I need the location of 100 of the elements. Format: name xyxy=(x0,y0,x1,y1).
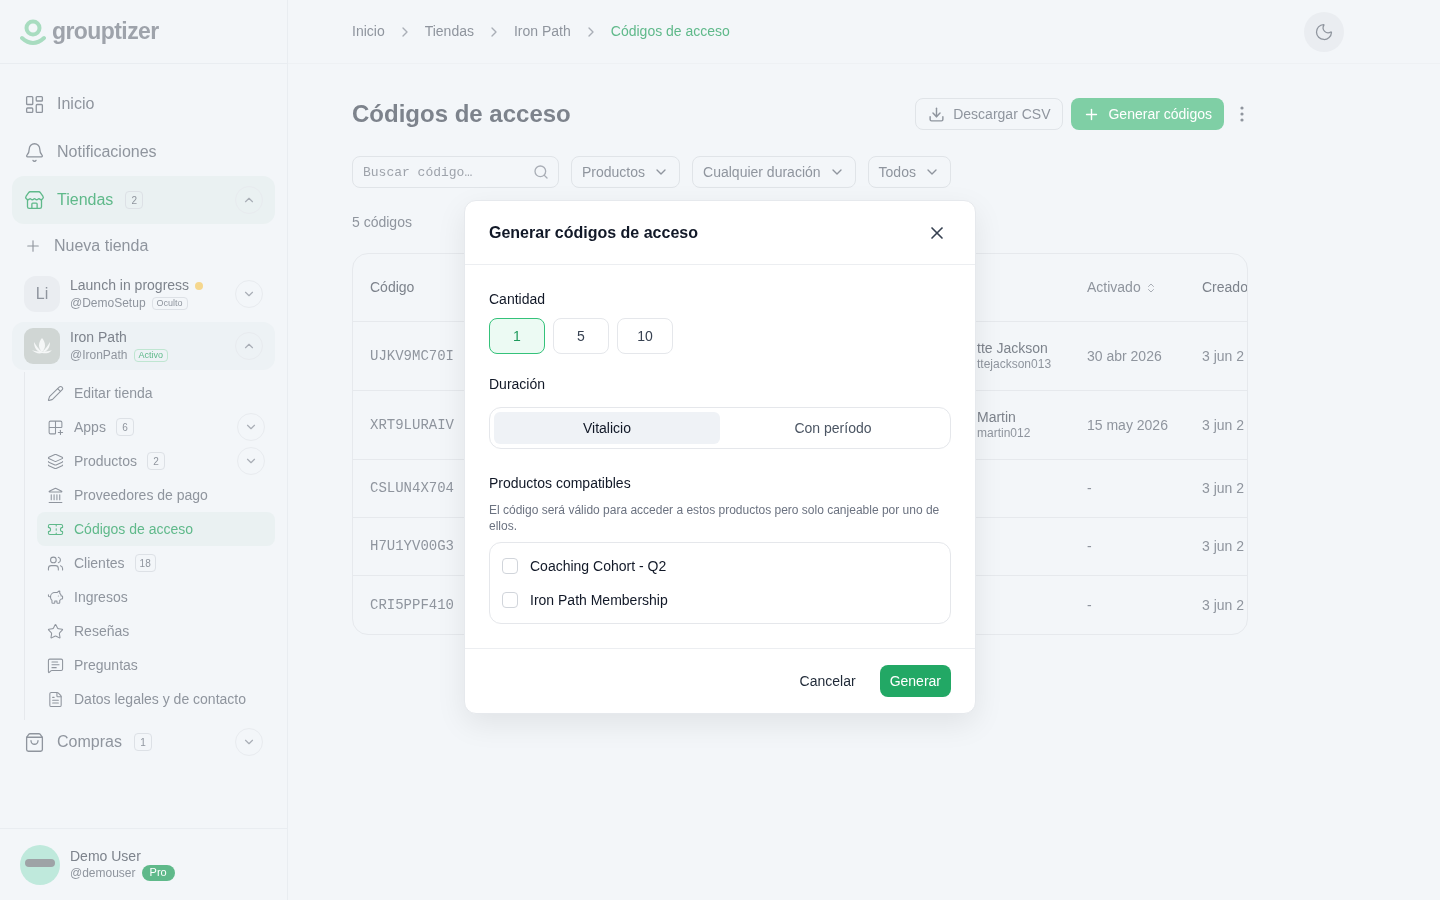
grid-plus-icon xyxy=(47,418,64,436)
products-hint: El código será válido para acceder a estos productos pero solo canjeable por uno de ellos. xyxy=(489,502,941,534)
filter-dropdown[interactable]: Todos xyxy=(867,156,951,188)
new-store-link[interactable]: Nueva tienda xyxy=(12,224,275,268)
nav-item[interactable]: Inicio xyxy=(12,80,275,128)
menu-label: Preguntas xyxy=(74,655,138,675)
menu-label: Editar tienda xyxy=(74,383,153,403)
moon-icon xyxy=(1314,21,1334,42)
pencil-icon xyxy=(47,384,64,402)
checkbox[interactable] xyxy=(502,558,518,574)
submenu-item[interactable]: Datos legales y de contacto xyxy=(37,682,275,716)
activated-cell-text: - xyxy=(1087,595,1093,615)
activated-cell-text: - xyxy=(1087,479,1093,498)
logo-icon xyxy=(20,17,46,46)
column-header: Código xyxy=(370,278,415,297)
breadcrumb[interactable]: Códigos de acceso xyxy=(610,21,730,42)
dark-mode-button[interactable] xyxy=(1304,11,1344,52)
generate-button[interactable]: Generar xyxy=(879,665,951,697)
store-name: Launch in progress xyxy=(70,276,190,295)
menu-label: Reseñas xyxy=(74,621,130,641)
lotus-avatar xyxy=(24,328,60,364)
submenu-item[interactable]: Reseñas xyxy=(37,614,275,648)
count-badge: 18 xyxy=(134,554,156,572)
menu-label: Apps xyxy=(74,417,106,437)
filter-dropdown[interactable]: Productos xyxy=(571,156,681,188)
nav-label: Compras xyxy=(57,732,122,752)
breadcrumb[interactable]: Tiendas xyxy=(424,21,474,42)
duration-label: Duración xyxy=(489,375,547,394)
duration-tab[interactable]: Vitalicio xyxy=(494,412,720,444)
store-name: Iron Path xyxy=(70,328,127,347)
code-cell-text: CRI5PPF410 xyxy=(369,595,455,615)
user-handle: @demouser xyxy=(70,865,136,881)
user-name-cell-text: Martin xyxy=(977,408,1017,427)
submenu-item[interactable]: Proveedores de pago xyxy=(37,478,275,512)
code-cell-text: CSLUN4X704 xyxy=(369,479,455,498)
menu-label: Datos legales y de contacto xyxy=(74,689,246,709)
nav-item[interactable]: Notificaciones xyxy=(12,128,275,176)
submenu-item[interactable]: Productos 2 xyxy=(37,444,275,478)
menu-label: Ingresos xyxy=(74,587,128,607)
quantity-option[interactable]: 1 xyxy=(489,318,545,354)
download-icon xyxy=(928,105,946,123)
product-name: Iron Path Membership xyxy=(530,590,668,610)
menu-label: Productos xyxy=(74,451,138,471)
download-csv-button[interactable]: Descargar CSV xyxy=(915,98,1064,130)
page-title: Códigos de acceso xyxy=(352,99,571,129)
bell-icon xyxy=(24,141,45,163)
status-badge: Oculto xyxy=(151,297,188,311)
menu-label: Códigos de acceso xyxy=(74,519,194,539)
menu-label: Proveedores de pago xyxy=(74,485,208,505)
store-handle: @DemoSetup xyxy=(70,296,146,312)
duration-tab[interactable]: Con período xyxy=(720,412,946,444)
created-cell-text: 3 jun 2 xyxy=(1202,595,1246,615)
more-icon xyxy=(1240,106,1244,122)
filter-dropdown[interactable]: Cualquier duración xyxy=(692,156,856,188)
plus-icon xyxy=(24,237,42,255)
submenu-item[interactable]: Preguntas xyxy=(37,648,275,682)
breadcrumb[interactable]: Iron Path xyxy=(514,21,571,42)
dashboard-icon xyxy=(24,93,45,115)
logo-text: grouptizer xyxy=(52,17,159,47)
purchases-nav-item[interactable]: Compras 1 xyxy=(12,720,275,764)
activated-cell-text: 30 abr 2026 xyxy=(1087,346,1163,366)
code-cell-text: XRT9LURAIV xyxy=(369,415,455,435)
count-badge: 2 xyxy=(147,452,166,470)
column-header[interactable]: Activado xyxy=(1087,277,1141,298)
count-badge: 1 xyxy=(133,733,152,751)
bank-icon xyxy=(47,486,64,504)
store-icon xyxy=(24,189,45,211)
search-icon xyxy=(533,164,549,180)
bag-icon xyxy=(24,731,45,753)
stores-nav-item[interactable]: Tiendas 2 xyxy=(12,176,275,224)
document-icon xyxy=(47,690,64,708)
submenu-item[interactable]: Clientes 18 xyxy=(37,546,275,580)
user-name-cell-text: tte Jackson xyxy=(977,339,1049,358)
status-badge: Activo xyxy=(133,349,169,363)
store-handle: @IronPath xyxy=(70,348,128,364)
star-icon xyxy=(47,622,64,640)
quantity-option[interactable]: 10 xyxy=(617,318,673,354)
codes-count: 5 códigos xyxy=(352,213,412,232)
search-field[interactable]: Buscar código… xyxy=(352,156,559,188)
checkbox[interactable] xyxy=(502,592,518,608)
submenu-item[interactable]: Códigos de acceso xyxy=(37,512,275,546)
count-badge: 2 xyxy=(125,191,144,209)
cancel-button[interactable]: Cancelar xyxy=(799,670,856,692)
submenu-item[interactable]: Apps 6 xyxy=(37,410,275,444)
quantity-option[interactable]: 5 xyxy=(553,318,609,354)
submenu-item[interactable]: Ingresos xyxy=(37,580,275,614)
users-icon xyxy=(47,554,64,572)
column-header: Creado xyxy=(1202,278,1247,297)
breadcrumb[interactable]: Inicio xyxy=(352,21,385,42)
submenu-item[interactable]: Editar tienda xyxy=(37,376,275,410)
layers-icon xyxy=(47,452,64,470)
piggy-bank-icon xyxy=(47,588,64,606)
activated-cell-text: - xyxy=(1087,537,1093,556)
products-label: Productos compatibles xyxy=(489,474,632,493)
quantity-label: Cantidad xyxy=(489,290,547,309)
store-item[interactable]: Iron Path @IronPath Activo xyxy=(12,322,275,370)
created-cell-text: 3 jun 2 xyxy=(1202,415,1246,435)
store-item[interactable]: Li Launch in progress @DemoSetup Oculto xyxy=(12,270,275,318)
pro-badge: Pro xyxy=(141,865,175,882)
generate-codes-button[interactable]: Generar códigos xyxy=(1071,98,1224,130)
